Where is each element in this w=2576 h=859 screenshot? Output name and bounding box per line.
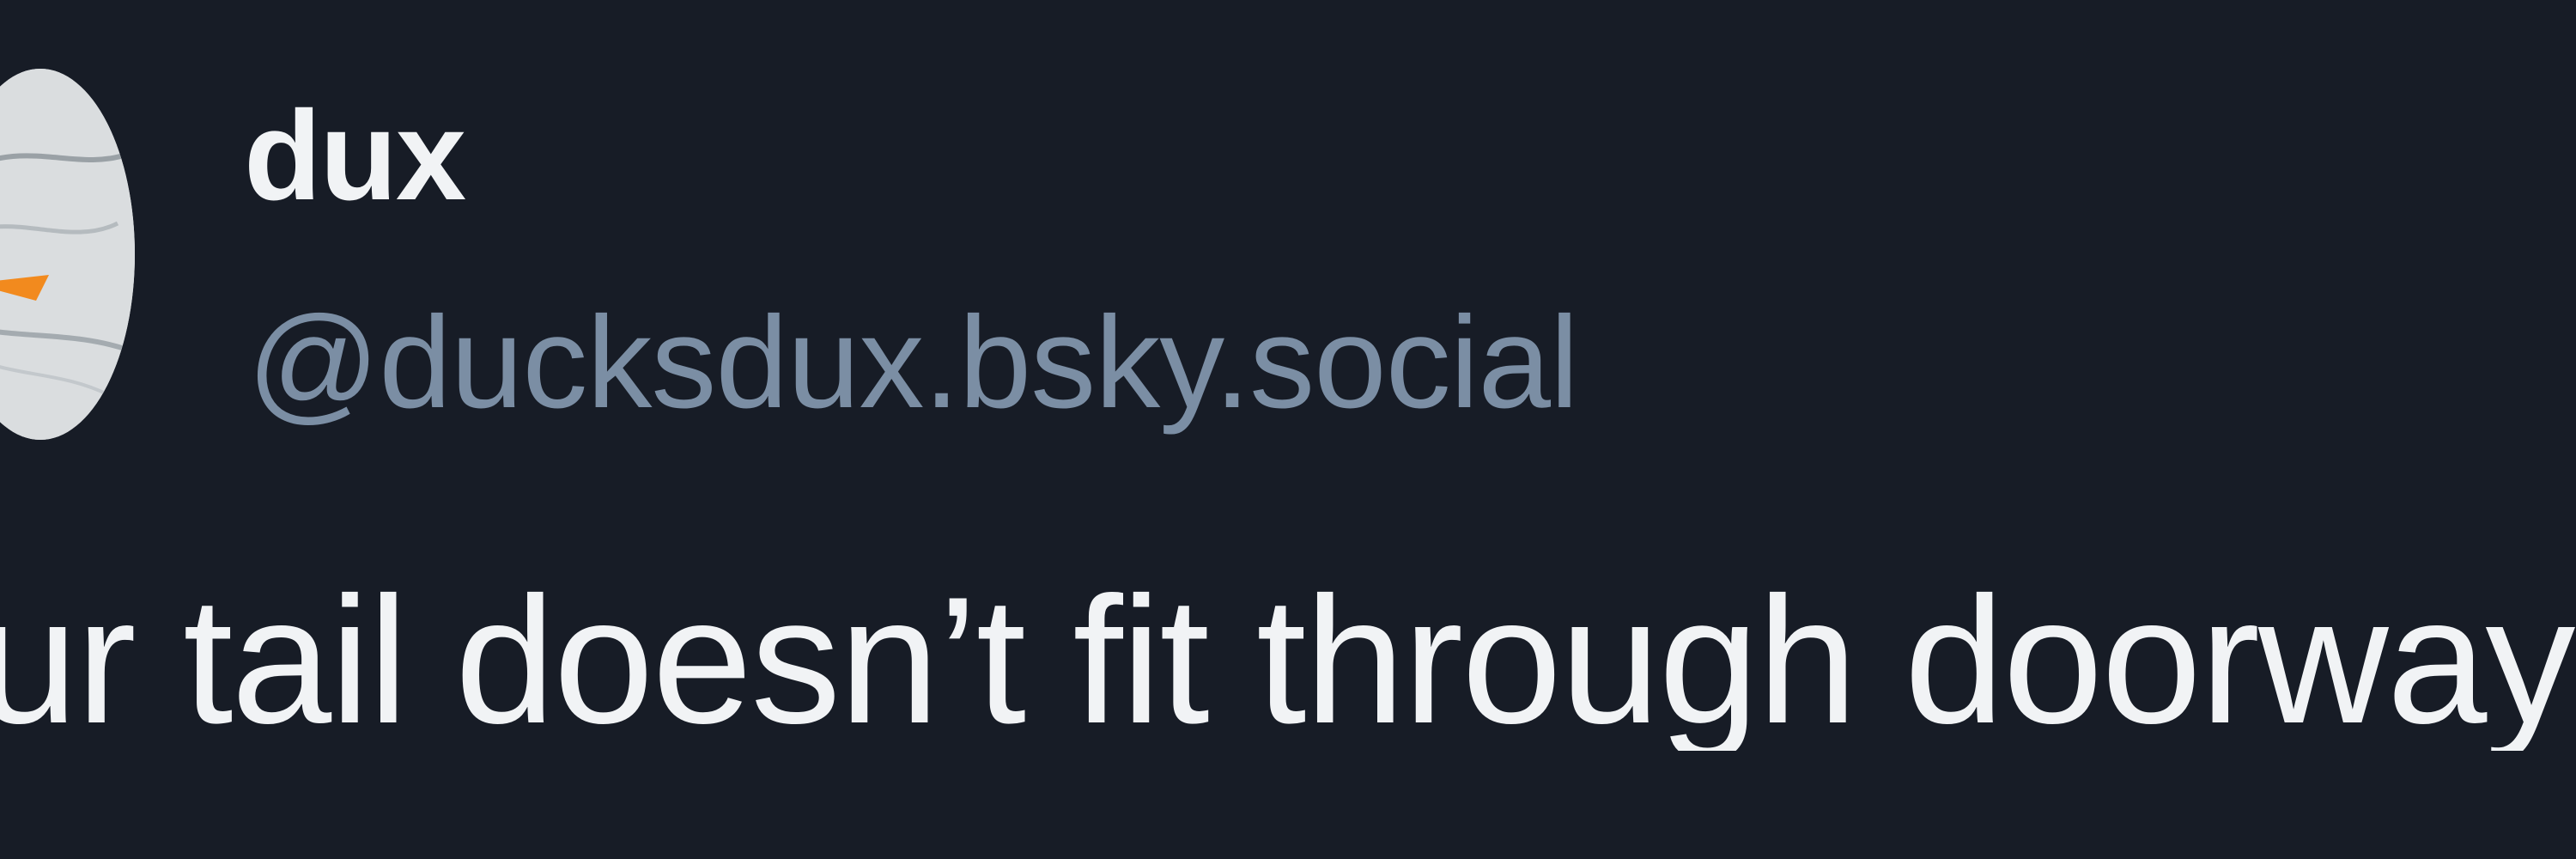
author-display-name[interactable]: dux: [244, 93, 466, 220]
post-text: ur tail doesn’t fit through doorway: [0, 570, 2575, 751]
avatar[interactable]: [0, 69, 135, 440]
author-handle[interactable]: @ducksdux.bsky.social: [247, 297, 1579, 428]
post-card[interactable]: dux @ducksdux.bsky.social ur tail doesn’…: [0, 0, 2576, 859]
duck-avatar-icon: [0, 69, 135, 440]
